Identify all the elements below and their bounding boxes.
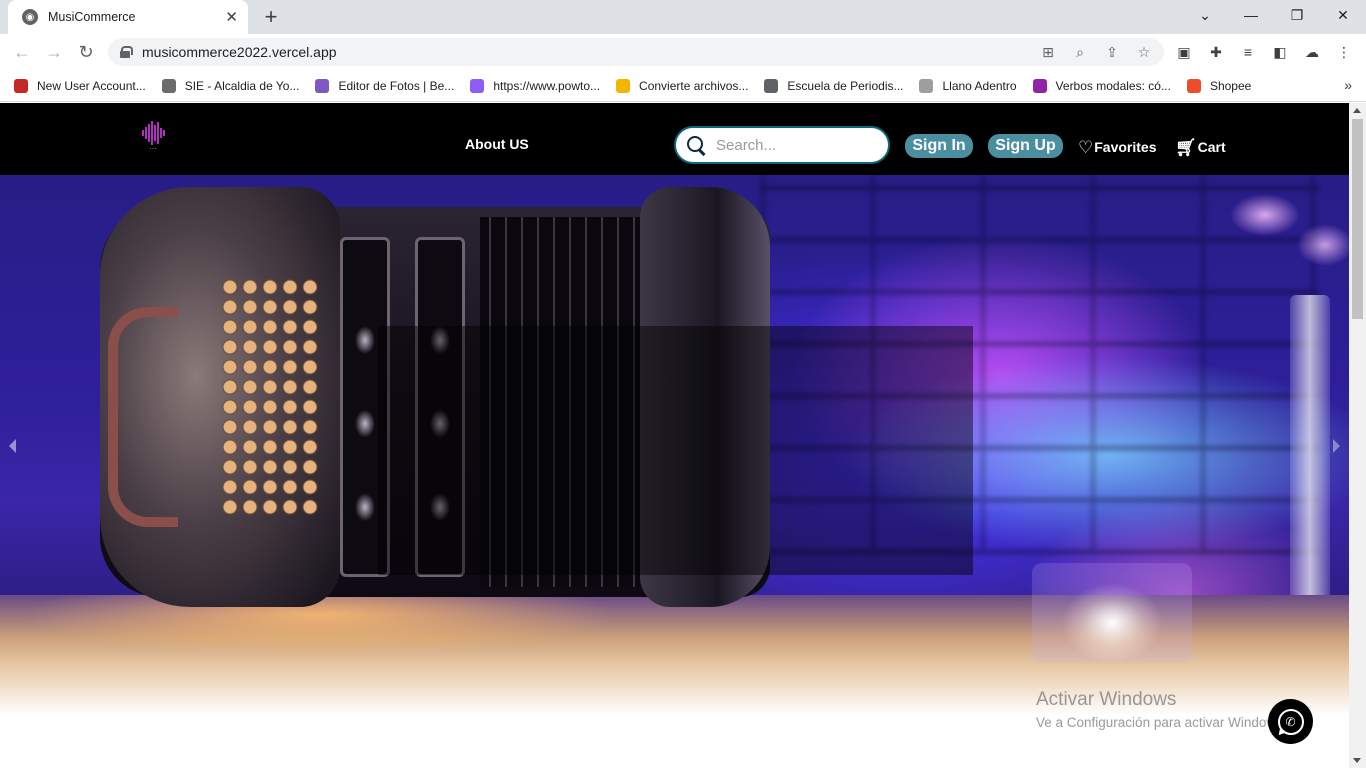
bookmark-item[interactable]: Llano Adentro (919, 78, 1017, 93)
sign-in-button[interactable]: Sign In (905, 134, 973, 158)
reload-icon[interactable]: ↻ (74, 40, 98, 64)
bookmarks-bar: New User Account... SIE - Alcaldia de Yo.… (0, 70, 1366, 102)
shopee-icon (1186, 78, 1201, 93)
page-icon (919, 78, 934, 93)
favorites-label: Favorites (1094, 139, 1157, 155)
browser-tabbar: ◉ MusiCommerce ✕ + ⌄ — ❐ ✕ (0, 0, 1366, 34)
close-window-button[interactable]: ✕ (1320, 0, 1366, 30)
menu-kebab-icon[interactable]: ⋮ (1334, 42, 1354, 62)
cart-link[interactable]: 🛒︎ Cart (1175, 138, 1226, 157)
search-box[interactable] (674, 126, 890, 164)
hero-vase (1290, 295, 1330, 635)
bookmark-item[interactable]: Convierte archivos... (616, 78, 749, 93)
cart-icon: 🛒︎ (1175, 138, 1197, 157)
bookmark-label: SIE - Alcaldia de Yo... (184, 78, 300, 93)
activation-subtitle: Ve a Configuración para activar Windows. (1036, 715, 1287, 730)
s-icon (161, 78, 176, 93)
convert-icon (616, 78, 631, 93)
bookmark-item[interactable]: Editor de Fotos | Be... (315, 78, 455, 93)
bookmark-label: Shopee (1209, 78, 1252, 93)
forward-arrow-icon[interactable]: → (42, 40, 66, 64)
reading-list-icon[interactable]: ≡ (1238, 42, 1258, 62)
tab-close-icon[interactable]: ✕ (225, 8, 238, 26)
logo-dots: ··· (149, 144, 157, 153)
hero-caption-overlay (378, 326, 973, 575)
whatsapp-button[interactable]: ✆ (1268, 699, 1313, 744)
sign-up-button[interactable]: Sign Up (988, 134, 1063, 158)
hero-table-glow (0, 595, 700, 675)
bookmark-item[interactable]: Escuela de Periodis... (764, 78, 904, 93)
new-tab-button[interactable]: + (258, 4, 284, 30)
tab-title: MusiCommerce (48, 10, 136, 24)
carousel-prev-icon[interactable] (9, 439, 16, 453)
tab-search-icon[interactable]: ⌄ (1182, 0, 1228, 30)
about-us-link[interactable]: About US (465, 136, 529, 152)
bookmark-item[interactable]: Shopee (1186, 78, 1252, 93)
globe-icon: ◉ (22, 9, 38, 25)
bookmark-label: Convierte archivos... (639, 78, 749, 93)
site-navbar: ··· About US Sign In Sign Up ♡ Favorites… (0, 103, 1349, 175)
carousel-next-icon[interactable] (1333, 439, 1340, 453)
bookmarks-overflow-icon[interactable]: » (1344, 77, 1352, 93)
address-bar[interactable]: musicommerce2022.vercel.app (108, 38, 1164, 66)
restore-button[interactable]: ❐ (1274, 0, 1320, 30)
favorites-link[interactable]: ♡ Favorites (1078, 138, 1157, 157)
zoom-icon[interactable]: ⌕ (1071, 43, 1089, 61)
translate-icon[interactable]: ⊞ (1039, 43, 1057, 61)
address-url: musicommerce2022.vercel.app (142, 44, 337, 60)
activation-title: Activar Windows (1036, 689, 1177, 710)
search-icon (686, 135, 706, 155)
logo-icon[interactable]: ··· (133, 121, 173, 161)
powtoon-icon (470, 78, 485, 93)
windows-activation-watermark: Activar Windows Ve a Configuración para … (1036, 689, 1287, 730)
bookmark-label: Editor de Fotos | Be... (338, 78, 455, 93)
share-icon[interactable]: ⇪ (1103, 43, 1121, 61)
search-input[interactable] (716, 136, 876, 154)
bookmark-label: https://www.powto... (493, 78, 601, 93)
lock-icon (120, 46, 133, 58)
bookmark-item[interactable]: https://www.powto... (470, 78, 601, 93)
whatsapp-icon: ✆ (1277, 708, 1304, 735)
bookmark-item[interactable]: New User Account... (14, 78, 146, 93)
star-icon[interactable]: ☆ (1135, 43, 1153, 61)
extension-cast-icon[interactable]: ▣ (1174, 42, 1194, 62)
browser-tab[interactable]: ◉ MusiCommerce ✕ (8, 0, 248, 34)
side-panel-icon[interactable]: ◧ (1270, 42, 1290, 62)
browser-toolbar: ← → ↻ musicommerce2022.vercel.app ⊞ ⌕ ⇪ … (0, 34, 1366, 70)
page-scrollbar[interactable] (1349, 103, 1366, 768)
bookmark-item[interactable]: SIE - Alcaldia de Yo... (161, 78, 300, 93)
globe-icon (764, 78, 779, 93)
scroll-down-icon[interactable] (1353, 758, 1361, 763)
gear-red-icon (14, 78, 28, 93)
rainbow-circle-icon (315, 78, 330, 93)
quote-icon (1032, 78, 1047, 93)
bookmark-label: Verbos modales: có... (1055, 78, 1171, 93)
extensions-puzzle-icon[interactable]: ✚ (1206, 42, 1226, 62)
back-arrow-icon[interactable]: ← (10, 40, 34, 64)
scrollbar-thumb[interactable] (1352, 119, 1363, 319)
hero-flower (1205, 175, 1349, 285)
page-viewport: ··· About US Sign In Sign Up ♡ Favorites… (0, 103, 1349, 768)
bookmark-label: Escuela de Periodis... (787, 78, 904, 93)
hero-carousel (0, 175, 1349, 715)
sound-wave-icon (133, 121, 173, 145)
bookmark-label: New User Account... (37, 78, 146, 93)
bookmark-item[interactable]: Verbos modales: có... (1032, 78, 1171, 93)
bookmark-label: Llano Adentro (942, 78, 1017, 93)
minimize-button[interactable]: — (1228, 0, 1274, 30)
heart-icon: ♡ (1078, 138, 1094, 157)
cart-label: Cart (1197, 139, 1226, 155)
scroll-up-icon[interactable] (1353, 108, 1361, 113)
hero-candle (1032, 563, 1192, 663)
profile-icon[interactable]: ☁ (1302, 42, 1322, 62)
